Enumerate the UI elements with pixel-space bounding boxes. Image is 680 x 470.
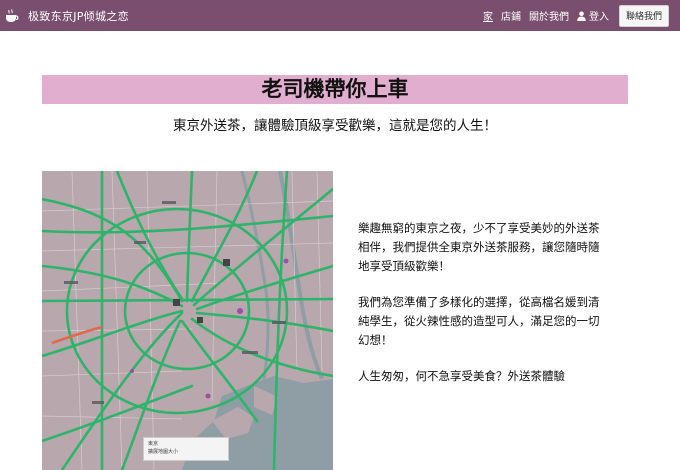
map-popup-place: 東京 xyxy=(148,441,159,447)
intro-text: 樂趣無窮的東京之夜，少不了享受美妙的外送茶相伴，我們提供全東京外送茶服務，讓您隨… xyxy=(358,219,608,403)
nav-link-home[interactable]: 家 xyxy=(483,8,493,23)
intro-paragraph: 人生匆匆，何不急享受美食？外送茶體驗 xyxy=(358,369,565,383)
hero-title: 老司機帶你上車 xyxy=(42,75,628,104)
map-popup-link[interactable]: 擴展地圖大小 xyxy=(148,448,224,456)
nav-link-shops[interactable]: 店鋪 xyxy=(501,8,521,23)
brand-name: 极致东京JP倾城之恋 xyxy=(28,9,129,23)
hero-subtitle: 東京外送茶，讓體驗頂級享受歡樂，這就是您的人生！ xyxy=(173,118,497,134)
map-info-popup[interactable]: 東京 擴展地圖大小 xyxy=(143,437,229,461)
contact-us-button[interactable]: 聯絡我們 xyxy=(619,4,669,27)
nav-link-about[interactable]: 關於我們 xyxy=(529,8,569,23)
brand[interactable]: 极致东京JP倾城之恋 xyxy=(4,8,129,24)
intro-paragraph: 我們為您準備了多樣化的選擇，從高檔名媛到清純學生，從火辣性感的造型可人，滿足您的… xyxy=(358,295,600,347)
teacup-icon xyxy=(4,8,20,24)
top-navbar: 极致东京JP倾城之恋 家 店鋪 關於我們 登入 聯絡我們 xyxy=(0,0,680,31)
login-label: 登入 xyxy=(589,12,609,23)
tokyo-map[interactable]: 東京 擴展地圖大小 xyxy=(42,171,333,470)
user-icon xyxy=(577,11,586,21)
login-link[interactable]: 登入 xyxy=(577,8,609,23)
intro-paragraph: 樂趣無窮的東京之夜，少不了享受美妙的外送茶相伴，我們提供全東京外送茶服務，讓您隨… xyxy=(358,221,600,273)
